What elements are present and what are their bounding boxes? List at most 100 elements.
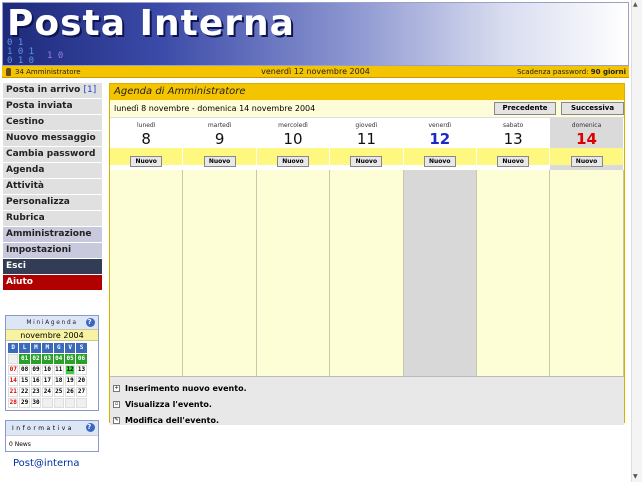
calendar-day[interactable]: 01 xyxy=(19,354,30,364)
info-bar: 34 Amministratore venerdì 12 novembre 20… xyxy=(2,66,629,78)
calendar-day[interactable]: 06 xyxy=(76,354,87,364)
calendar-day[interactable]: 30 xyxy=(30,398,42,408)
day-name: martedì xyxy=(207,122,232,129)
password-expiry: Scadenza password: 90 giorni xyxy=(517,68,626,76)
sidebar-item-inbox[interactable]: Posta in arrivo [1] xyxy=(3,83,102,99)
new-event-button[interactable]: Nuovo xyxy=(350,156,383,167)
calendar-day[interactable]: 16 xyxy=(30,376,42,386)
calendar-day[interactable]: 05 xyxy=(64,354,76,364)
sidebar-item-address-book[interactable]: Rubrica xyxy=(3,211,102,227)
calendar-day[interactable]: 09 xyxy=(30,365,42,375)
password-expiry-value: 90 giorni xyxy=(590,68,626,76)
calendar-day[interactable]: 07 xyxy=(8,365,19,375)
calendar-day[interactable]: 10 xyxy=(42,365,53,375)
new-event-row: Nuovo xyxy=(550,148,623,167)
new-event-button[interactable]: Nuovo xyxy=(497,156,530,167)
new-event-button[interactable]: Nuovo xyxy=(276,156,309,167)
new-event-button[interactable]: Nuovo xyxy=(203,156,236,167)
calendar-day[interactable]: 23 xyxy=(30,387,42,397)
mini-agenda-header: MiniAgenda? xyxy=(6,316,98,329)
calendar-day[interactable]: 26 xyxy=(64,387,76,397)
calendar-day[interactable]: 12 xyxy=(64,365,76,375)
calendar-day[interactable]: 18 xyxy=(53,376,64,386)
help-icon[interactable]: ? xyxy=(86,423,95,432)
calendar-day[interactable]: 24 xyxy=(42,387,53,397)
new-event-row: Nuovo xyxy=(403,148,476,167)
sidebar-item-customize[interactable]: Personalizza xyxy=(3,195,102,211)
calendar-day[interactable]: 21 xyxy=(8,387,19,397)
weekday-header: S xyxy=(76,343,87,353)
day-name: lunedì xyxy=(136,122,156,129)
empty-cell xyxy=(53,398,64,408)
sidebar-item-administration[interactable]: Amministrazione xyxy=(3,227,102,243)
new-event-button[interactable]: Nuovo xyxy=(570,156,603,167)
day-column-header: giovedì 11 Nuovo xyxy=(330,118,404,170)
new-event-button[interactable]: Nuovo xyxy=(130,156,163,167)
calendar-day[interactable]: 15 xyxy=(19,376,30,386)
password-expiry-label: Scadenza password: xyxy=(516,68,589,76)
new-event-row: Nuovo xyxy=(330,148,403,167)
day-name: venerdì xyxy=(428,122,452,129)
empty-cell xyxy=(42,398,53,408)
calendar-day[interactable]: 17 xyxy=(42,376,53,386)
new-event-row: Nuovo xyxy=(476,148,550,167)
calendar-day[interactable]: 13 xyxy=(76,365,87,375)
weekday-header: D xyxy=(8,343,19,353)
day-events-column[interactable] xyxy=(256,170,331,376)
agenda-panel: Agenda di Amministratore lunedì 8 novemb… xyxy=(109,83,625,425)
day-events-column[interactable] xyxy=(183,170,257,376)
calendar-day[interactable]: 04 xyxy=(53,354,64,364)
calendar-day[interactable]: 22 xyxy=(19,387,30,397)
calendar-day[interactable]: 14 xyxy=(8,376,19,386)
calendar-day[interactable]: 25 xyxy=(53,387,64,397)
calendar-day[interactable]: 28 xyxy=(8,398,19,408)
sidebar-item-new-message[interactable]: Nuovo messaggio xyxy=(3,131,102,147)
calendar-day[interactable]: 03 xyxy=(42,354,53,364)
sidebar-item-help[interactable]: Aiuto xyxy=(3,275,102,291)
next-week-button[interactable]: Successiva xyxy=(561,102,624,115)
page-root: 0 11 0 10 1 0 1 0 Posta Interna 34 Ammin… xyxy=(0,0,642,482)
day-events-column[interactable] xyxy=(476,170,551,376)
calendar-day[interactable]: 19 xyxy=(64,376,76,386)
calendar-day[interactable]: 11 xyxy=(53,365,64,375)
calendar-day[interactable]: 20 xyxy=(76,376,87,386)
calendar-day[interactable]: 02 xyxy=(30,354,42,364)
sidebar-item-settings[interactable]: Impostazioni xyxy=(3,243,102,259)
header-banner: 0 11 0 10 1 0 1 0 Posta Interna xyxy=(2,2,629,66)
vertical-scrollbar[interactable]: ▲ ▼ xyxy=(631,0,642,482)
scroll-up-icon[interactable]: ▲ xyxy=(633,1,638,8)
weekday-header: M xyxy=(42,343,53,353)
footer-logo: Post@interna xyxy=(13,458,80,469)
sidebar-item-logout[interactable]: Esci xyxy=(3,259,102,275)
sidebar: Posta in arrivo [1] Posta inviata Cestin… xyxy=(3,83,102,291)
day-name: domenica xyxy=(571,122,602,129)
day-events-column[interactable] xyxy=(403,170,477,376)
sidebar-item-trash[interactable]: Cestino xyxy=(3,115,102,131)
new-event-button[interactable]: Nuovo xyxy=(423,156,456,167)
day-events-column[interactable] xyxy=(330,170,404,376)
weekday-header: V xyxy=(64,343,76,353)
empty-cell xyxy=(76,398,87,408)
calendar-day[interactable]: 29 xyxy=(19,398,30,408)
sidebar-item-sent[interactable]: Posta inviata xyxy=(3,99,102,115)
app-title: Posta Interna xyxy=(7,3,295,44)
new-event-row: Nuovo xyxy=(110,148,183,167)
calendar-day[interactable]: 27 xyxy=(76,387,87,397)
help-icon[interactable]: ? xyxy=(86,318,95,327)
sidebar-item-activities[interactable]: Attività xyxy=(3,179,102,195)
scroll-down-icon[interactable]: ▼ xyxy=(633,473,638,480)
day-events-column[interactable] xyxy=(110,170,184,376)
news-count[interactable]: 0 News xyxy=(6,435,98,451)
sidebar-item-change-password[interactable]: Cambia password xyxy=(3,147,102,163)
day-name: sabato xyxy=(502,122,524,129)
weekday-header: M xyxy=(30,343,42,353)
calendar-day[interactable]: 08 xyxy=(19,365,30,375)
day-events-column[interactable] xyxy=(550,170,624,376)
sidebar-item-agenda[interactable]: Agenda xyxy=(3,163,102,179)
legend-item: ▫ Visualizza l'evento. xyxy=(110,395,624,411)
info-box-header: Informativa? xyxy=(6,421,98,435)
mini-agenda-month: novembre 2004 xyxy=(6,329,98,341)
previous-week-button[interactable]: Precedente xyxy=(494,102,556,115)
weekday-header: G xyxy=(53,343,64,353)
info-box-title: Informativa xyxy=(12,425,74,432)
